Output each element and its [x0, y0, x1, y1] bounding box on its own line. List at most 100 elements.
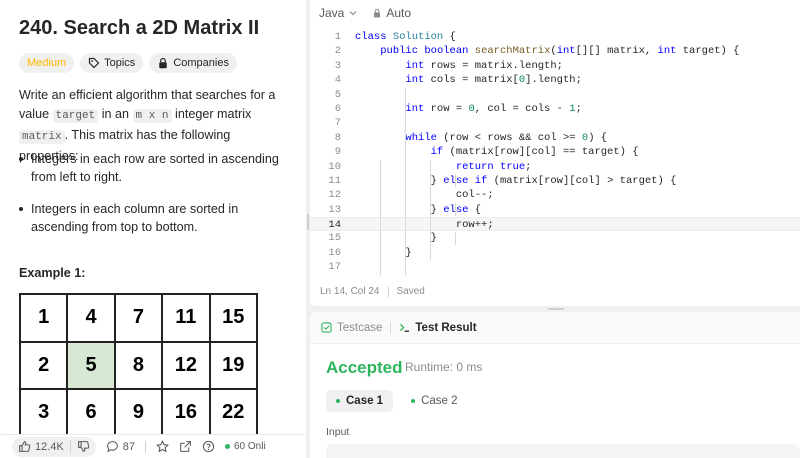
help-button[interactable]	[202, 440, 215, 453]
matrix-cell: 6	[66, 388, 116, 438]
problem-badges: Medium Topics Companies	[19, 53, 237, 73]
divider	[69, 440, 71, 453]
indent-guide	[455, 203, 456, 216]
result-tabs: Testcase Test Result	[310, 312, 800, 344]
code-text: int row = 0, col = cols - 1;	[405, 102, 582, 115]
case-2-tab[interactable]: Case 2	[401, 390, 467, 412]
code-line-active: 14 row++;	[310, 217, 800, 232]
app-root: 240. Search a 2D Matrix II Medium Topics…	[0, 0, 800, 458]
chevron-down-icon	[349, 11, 357, 16]
code-line: 5	[310, 88, 800, 102]
property-text: Integers in each column are sorted in as…	[31, 202, 239, 234]
code-text: if (matrix[row][col] == target) {	[430, 146, 639, 159]
share-icon	[180, 441, 191, 452]
mode-toggle[interactable]: Auto	[372, 6, 411, 20]
comment-icon	[106, 441, 118, 453]
tag-icon	[89, 57, 100, 69]
properties-list: Integers in each row are sorted in ascen…	[19, 150, 291, 250]
line-number: 4	[334, 74, 341, 87]
matrix-cell: 5	[66, 340, 116, 390]
problem-title[interactable]: 240. Search a 2D Matrix II	[19, 17, 259, 40]
share-button[interactable]	[179, 440, 192, 453]
code-text: col--;	[355, 189, 494, 202]
companies-button[interactable]: Companies	[149, 53, 237, 73]
tab-test-result[interactable]: Test Result	[399, 321, 477, 334]
code-text: }	[355, 246, 412, 259]
language-select[interactable]: Java	[319, 6, 358, 20]
companies-label: Companies	[173, 57, 229, 69]
divider	[145, 440, 146, 453]
code-mxn: m x n	[132, 109, 172, 123]
editor-toolbar: Java Auto	[310, 0, 800, 26]
code-text: } else {	[355, 203, 482, 216]
drag-handle[interactable]	[307, 214, 309, 230]
pass-dot	[411, 399, 416, 403]
pass-dot	[336, 399, 340, 403]
mode-label: Auto	[386, 6, 412, 20]
code-line: 15 }	[310, 231, 800, 245]
matrix-row: 1 4 7 11 15	[18, 293, 258, 343]
code-line: 13 } else {	[310, 203, 800, 217]
dislike-button[interactable]	[77, 440, 90, 453]
desc-text: in an	[98, 107, 133, 121]
matrix-cell: 3	[18, 388, 69, 438]
code-matrix: matrix	[19, 130, 65, 144]
code-text: }	[355, 232, 437, 245]
tab-test-result-label: Test Result	[415, 321, 477, 334]
topics-button[interactable]: Topics	[80, 53, 144, 73]
case-2-label: Case 2	[421, 395, 458, 407]
line-number: 11	[328, 174, 341, 187]
code-line: 2 public boolean searchMatrix(int[][] ma…	[310, 44, 800, 58]
matrix-cell: 19	[208, 340, 258, 390]
tab-testcase[interactable]: Testcase	[321, 322, 382, 334]
line-number: 13	[328, 203, 341, 216]
divider	[387, 287, 389, 297]
code-line: 7	[310, 116, 800, 130]
code-area[interactable]: 1 class Solution { 2 public boolean searc…	[310, 30, 800, 276]
code-text: return true;	[455, 160, 532, 173]
code-text: } else if (matrix[row][col] > target) {	[355, 174, 677, 187]
indent-guide	[380, 160, 381, 276]
code-line: 9 if (matrix[row][col] == target) {	[310, 145, 800, 159]
runtime-text: Runtime: 0 ms	[405, 360, 483, 374]
comments-button[interactable]: 87	[106, 440, 135, 453]
code-text: public boolean searchMatrix(int[][] matr…	[380, 45, 740, 58]
code-line: 8 while (row < rows && col >= 0) {	[310, 131, 800, 145]
code-line: 3 int rows = matrix.length;	[310, 59, 800, 73]
problem-pane: 240. Search a 2D Matrix II Medium Topics…	[0, 0, 306, 458]
like-button[interactable]: 12.4K	[18, 440, 64, 453]
code-line: 4 int cols = matrix[0].length;	[310, 73, 800, 87]
code-line: 6 int row = 0, col = cols - 1;	[310, 102, 800, 116]
question-circle-icon	[202, 440, 215, 453]
problem-action-bar: 12.4K 87 60 Onli	[0, 434, 306, 458]
verdict-text: Accepted	[326, 358, 403, 377]
line-number: 7	[334, 117, 341, 130]
line-number: 3	[334, 59, 341, 72]
language-label: Java	[319, 6, 345, 20]
matrix-row: 2 5 8 12 19	[18, 340, 258, 390]
matrix-row: 3 6 9 16 22	[18, 388, 258, 438]
indent-guide	[455, 174, 456, 187]
terminal-icon	[400, 323, 410, 332]
drag-handle[interactable]	[548, 308, 564, 310]
code-text: class Solution {	[355, 31, 456, 43]
editor-status-bar: Ln 14, Col 24 Saved	[320, 286, 425, 297]
difficulty-badge: Medium	[19, 53, 75, 73]
topics-label: Topics	[104, 57, 136, 69]
code-line: 12 col--;	[310, 188, 800, 202]
case-1-tab[interactable]: Case 1	[326, 390, 394, 412]
line-number: 12	[328, 189, 341, 202]
like-group: 12.4K	[12, 436, 96, 457]
favorite-button[interactable]	[156, 440, 169, 453]
example-matrix-image: 1 4 7 11 15 2 5 8 12 19 3 6 9 16 22	[18, 293, 258, 438]
code-text: while (row < rows && col >= 0) {	[405, 131, 608, 144]
bullet	[19, 157, 23, 161]
tab-testcase-label: Testcase	[337, 321, 383, 334]
matrix-cell: 15	[208, 293, 258, 343]
line-number: 10	[328, 160, 341, 173]
line-number: 5	[334, 88, 341, 101]
cursor-position: Ln 14, Col 24	[320, 286, 380, 297]
lock-icon	[159, 57, 168, 69]
line-number: 1	[334, 31, 341, 43]
line-number: 16	[328, 246, 341, 259]
